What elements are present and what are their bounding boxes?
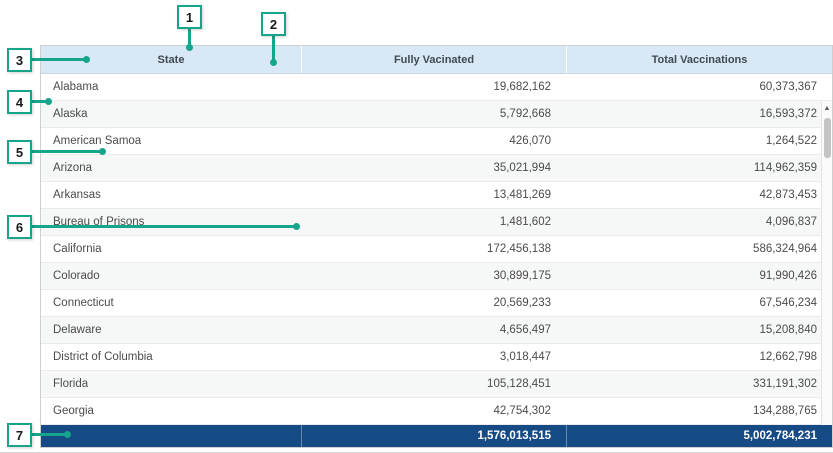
cell-total-vaccinations: 42,873,453 (566, 182, 832, 208)
cell-total-vaccinations: 60,373,367 (566, 74, 832, 100)
table-row[interactable]: Georgia 42,754,302 134,288,765 (41, 398, 832, 425)
cell-total-vaccinations: 1,264,522 (566, 128, 832, 154)
callout-7-dot (64, 431, 71, 438)
scroll-up-icon[interactable]: ▲ (822, 102, 832, 115)
cell-total-vaccinations: 91,990,426 (566, 263, 832, 289)
cell-total-vaccinations: 16,593,372 (566, 101, 832, 127)
cell-total-vaccinations: 15,208,840 (566, 317, 832, 343)
cell-fully-vaccinated: 3,018,447 (301, 344, 566, 370)
summary-state-cell (41, 425, 301, 447)
cell-state: Alabama (41, 74, 301, 100)
cell-total-vaccinations: 67,546,234 (566, 290, 832, 316)
table-row[interactable]: American Samoa 426,070 1,264,522 (41, 128, 832, 155)
table-row[interactable]: Arizona 35,021,994 114,962,359 (41, 155, 832, 182)
table-row[interactable]: Delaware 4,656,497 15,208,840 (41, 317, 832, 344)
cell-state: Florida (41, 371, 301, 397)
callout-3-dot (83, 56, 90, 63)
table-row[interactable]: Bureau of Prisons 1,481,602 4,096,837 (41, 209, 832, 236)
callout-4-dot (45, 98, 52, 105)
cell-total-vaccinations: 114,962,359 (566, 155, 832, 181)
cell-fully-vaccinated: 20,569,233 (301, 290, 566, 316)
cell-total-vaccinations: 586,324,964 (566, 236, 832, 262)
cell-fully-vaccinated: 13,481,269 (301, 182, 566, 208)
table-row[interactable]: Alaska 5,792,668 16,593,372 (41, 101, 832, 128)
callout-2-line (272, 35, 275, 62)
cell-total-vaccinations: 331,191,302 (566, 371, 832, 397)
callout-1-box: 1 (177, 5, 202, 29)
table-row[interactable]: Colorado 30,899,175 91,990,426 (41, 263, 832, 290)
callout-6-box: 6 (7, 215, 32, 239)
summary-fully-vaccinated-total: 1,576,013,515 (301, 425, 566, 447)
cell-fully-vaccinated: 5,792,668 (301, 101, 566, 127)
cell-state: Arizona (41, 155, 301, 181)
callout-3-box: 3 (7, 48, 32, 72)
column-header-total-vaccinations[interactable]: Total Vaccinations (566, 46, 832, 73)
annotated-table-screenshot: State Fully Vacinated Total Vaccinations… (0, 0, 833, 453)
table-row[interactable]: Arkansas 13,481,269 42,873,453 (41, 182, 832, 209)
table-row[interactable]: Connecticut 20,569,233 67,546,234 (41, 290, 832, 317)
table-row[interactable]: Alabama 19,682,162 60,373,367 (41, 74, 832, 101)
callout-7-line (31, 433, 67, 436)
callout-6-dot (293, 223, 300, 230)
table-row[interactable]: District of Columbia 3,018,447 12,662,79… (41, 344, 832, 371)
scrollbar-thumb[interactable] (824, 118, 831, 158)
cell-state: Arkansas (41, 182, 301, 208)
cell-fully-vaccinated: 19,682,162 (301, 74, 566, 100)
cell-fully-vaccinated: 30,899,175 (301, 263, 566, 289)
table-row[interactable]: California 172,456,138 586,324,964 (41, 236, 832, 263)
table-row[interactable]: Florida 105,128,451 331,191,302 (41, 371, 832, 398)
cell-fully-vaccinated: 105,128,451 (301, 371, 566, 397)
cell-state: Georgia (41, 398, 301, 424)
cell-fully-vaccinated: 35,021,994 (301, 155, 566, 181)
table-header-row: State Fully Vacinated Total Vaccinations (41, 46, 832, 74)
callout-7-box: 7 (7, 423, 32, 447)
table-body: Alabama 19,682,162 60,373,367 Alaska 5,7… (41, 74, 832, 425)
callout-5-line (31, 150, 102, 153)
cell-state: Connecticut (41, 290, 301, 316)
callout-1-dot (186, 44, 193, 51)
table-rows-container: Alabama 19,682,162 60,373,367 Alaska 5,7… (41, 74, 832, 425)
column-header-fully-vaccinated[interactable]: Fully Vacinated (301, 46, 566, 73)
cell-state: District of Columbia (41, 344, 301, 370)
callout-5-dot (99, 148, 106, 155)
cell-state: Delaware (41, 317, 301, 343)
callout-6-line (31, 225, 296, 228)
cell-state: California (41, 236, 301, 262)
cell-fully-vaccinated: 1,481,602 (301, 209, 566, 235)
cell-state: Alaska (41, 101, 301, 127)
callout-2-box: 2 (261, 12, 286, 36)
cell-state: Colorado (41, 263, 301, 289)
cell-fully-vaccinated: 42,754,302 (301, 398, 566, 424)
cell-total-vaccinations: 134,288,765 (566, 398, 832, 424)
summary-row: 1,576,013,515 5,002,784,231 (41, 425, 832, 447)
cell-fully-vaccinated: 172,456,138 (301, 236, 566, 262)
cell-state: Bureau of Prisons (41, 209, 301, 235)
cell-fully-vaccinated: 4,656,497 (301, 317, 566, 343)
vertical-scrollbar[interactable]: ▲ ▼ (821, 102, 832, 425)
cell-total-vaccinations: 12,662,798 (566, 344, 832, 370)
cell-total-vaccinations: 4,096,837 (566, 209, 832, 235)
attribute-table: State Fully Vacinated Total Vaccinations… (40, 45, 833, 448)
callout-3-line (31, 58, 86, 61)
callout-2-dot (270, 59, 277, 66)
callout-5-box: 5 (7, 140, 32, 164)
cell-fully-vaccinated: 426,070 (301, 128, 566, 154)
callout-4-box: 4 (7, 90, 32, 114)
summary-total-vaccinations-total: 5,002,784,231 (566, 425, 832, 447)
